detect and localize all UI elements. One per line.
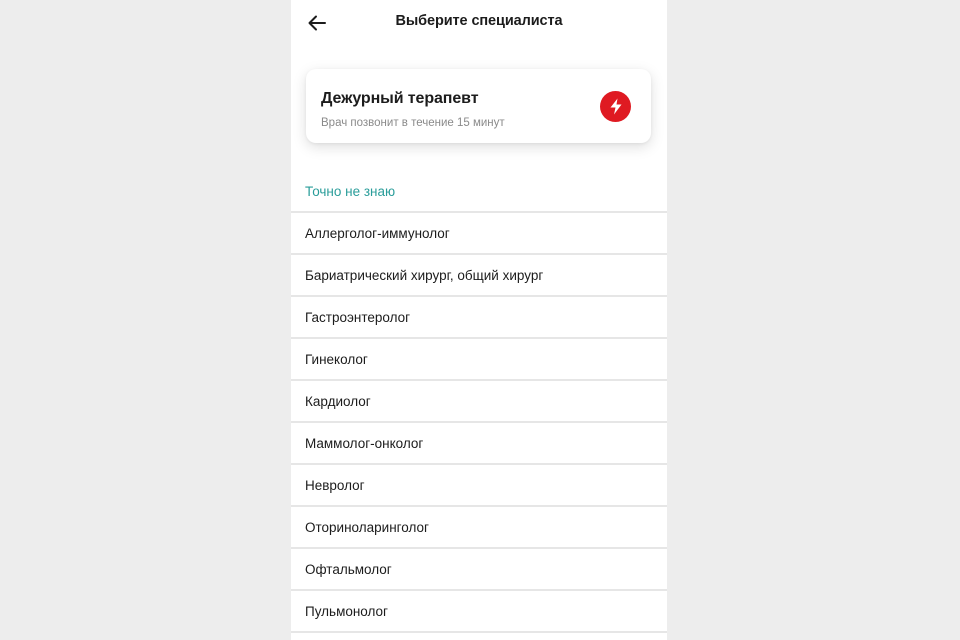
top-bar: Выберите специалиста [291, 0, 667, 46]
specialist-list-item[interactable]: Гинеколог [291, 339, 667, 381]
specialist-list-item[interactable]: Маммолог-онколог [291, 423, 667, 465]
specialist-list: Аллерголог-иммунолог Бариатрический хирур… [291, 211, 667, 633]
specialist-list-item[interactable]: Оториноларинголог [291, 507, 667, 549]
specialist-list-item[interactable]: Офтальмолог [291, 549, 667, 591]
duty-card-title: Дежурный терапевт [321, 90, 479, 107]
specialist-list-item[interactable]: Невролог [291, 465, 667, 507]
not-sure-link[interactable]: Точно не знаю [305, 184, 395, 199]
phone-screen: Выберите специалиста Дежурный терапевт В… [291, 0, 667, 640]
specialist-list-item[interactable]: Гастроэнтеролог [291, 297, 667, 339]
specialist-list-item[interactable]: Аллерголог-иммунолог [291, 213, 667, 255]
page-title: Выберите специалиста [395, 13, 563, 29]
specialist-list-item[interactable]: Кардиолог [291, 381, 667, 423]
lightning-bolt-icon [600, 91, 631, 122]
specialist-list-item[interactable]: Пульмонолог [291, 591, 667, 633]
duty-card-subtitle: Врач позвонит в течение 15 минут [321, 117, 505, 129]
specialist-list-item[interactable]: Бариатрический хирург, общий хирург [291, 255, 667, 297]
duty-therapist-card[interactable]: Дежурный терапевт Врач позвонит в течени… [306, 69, 651, 143]
